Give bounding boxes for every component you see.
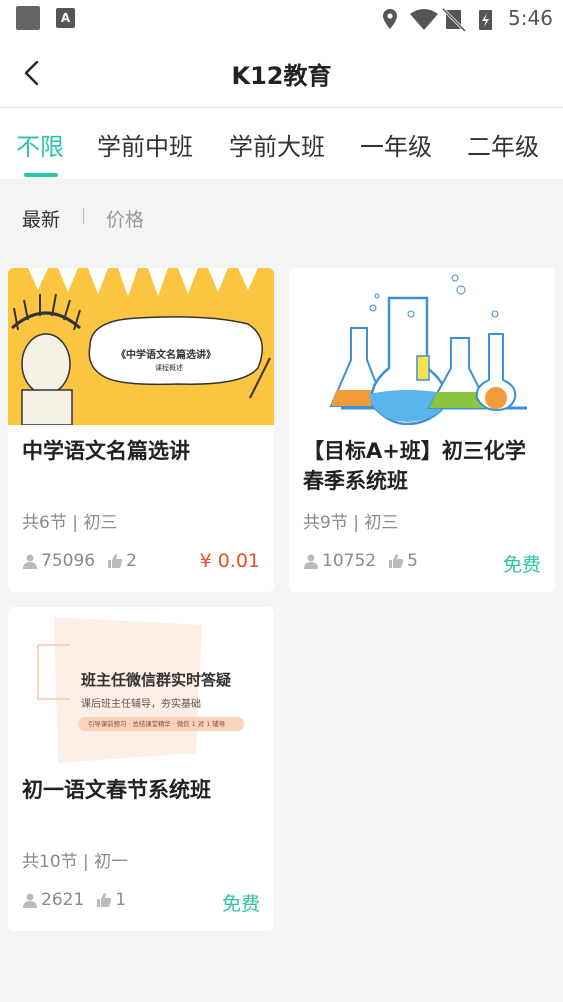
view-count: 2621 xyxy=(41,890,85,910)
app-bar: K12教育 xyxy=(0,36,563,108)
course-title: 初一语文春节系统班 xyxy=(22,778,211,802)
thumbs-up-icon xyxy=(389,554,404,568)
course-title: 中学语文名篇选讲 xyxy=(22,439,190,463)
sort-divider xyxy=(83,208,84,224)
sort-bar: 最新 价格 xyxy=(0,179,563,249)
course-meta: 共9节 | 初三 xyxy=(303,513,399,533)
cover-title: 班主任微信群实时答疑 xyxy=(81,671,232,689)
active-tab-indicator xyxy=(24,173,58,177)
course-price: 免费 xyxy=(502,554,541,576)
sort-newest[interactable]: 最新 xyxy=(22,205,60,232)
status-bar: A 5:46 xyxy=(0,0,563,36)
grade-tabs: 不限 学前中班 学前大班 一年级 二年级 xyxy=(0,109,563,179)
like-count: 1 xyxy=(115,890,127,910)
course-card[interactable]: 班主任微信群实时答疑 课后班主任辅导，夯实基础 引导课前预习 · 总结课堂精华 … xyxy=(8,607,274,931)
view-count: 75096 xyxy=(41,551,96,571)
tab-preschool-senior[interactable]: 学前大班 xyxy=(229,127,325,162)
page-title: K12教育 xyxy=(231,62,332,90)
like-count: 5 xyxy=(407,551,418,571)
user-icon xyxy=(304,554,318,569)
user-icon xyxy=(23,554,37,569)
tab-grade-1[interactable]: 一年级 xyxy=(360,127,432,162)
course-price: 免费 xyxy=(221,893,260,915)
course-stats: 75096 2 xyxy=(22,551,137,571)
tab-unlimited[interactable]: 不限 xyxy=(16,127,64,162)
tab-preschool-middle[interactable]: 学前中班 xyxy=(97,127,193,162)
tab-grade-2[interactable]: 二年级 xyxy=(467,127,539,162)
thumbs-up-icon xyxy=(97,893,112,907)
course-price: ¥ 0.01 xyxy=(199,550,260,572)
view-count: 10752 xyxy=(322,551,377,571)
course-meta: 共6节 | 初三 xyxy=(22,513,118,533)
course-title: 【目标A+班】初三化学春季系统班 xyxy=(303,439,526,493)
course-card[interactable]: 【目标A+班】初三化学春季系统班 共9节 | 初三 10752 5 免费 xyxy=(289,268,555,592)
course-meta: 共10节 | 初一 xyxy=(22,852,129,872)
course-card[interactable]: 《中学语文名篇选讲》 课程概述 中学语文名篇选讲 共6节 | 初三 75096 … xyxy=(8,268,274,592)
thumbs-up-icon xyxy=(108,554,123,568)
course-cover-image xyxy=(289,268,555,425)
status-icons xyxy=(383,7,492,32)
cover-tag: 引导课前预习 · 总结课堂精华 · 微信 1 对 1 辅导 xyxy=(88,720,226,728)
app-notification-icon: A xyxy=(56,8,75,28)
course-stats: 10752 5 xyxy=(303,551,418,571)
status-time: 5:46 xyxy=(508,6,553,30)
user-icon xyxy=(23,893,37,908)
notification-icon xyxy=(16,6,40,30)
like-count: 2 xyxy=(126,551,137,571)
cover-subtitle: 课后班主任辅导，夯实基础 xyxy=(81,699,201,710)
cover-subtitle: 课程概述 xyxy=(155,364,183,372)
course-stats: 2621 1 xyxy=(22,890,126,910)
sort-price[interactable]: 价格 xyxy=(106,205,144,232)
cover-title: 《中学语文名篇选讲》 xyxy=(116,350,216,361)
